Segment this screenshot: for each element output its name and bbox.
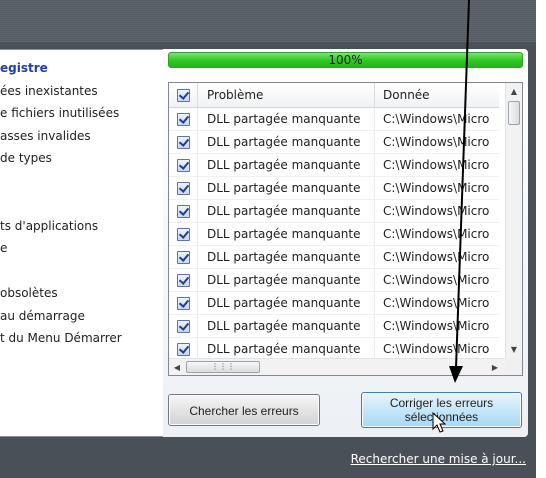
annotation-arrow-icon — [449, 0, 470, 383]
mouse-cursor-icon — [432, 412, 446, 433]
